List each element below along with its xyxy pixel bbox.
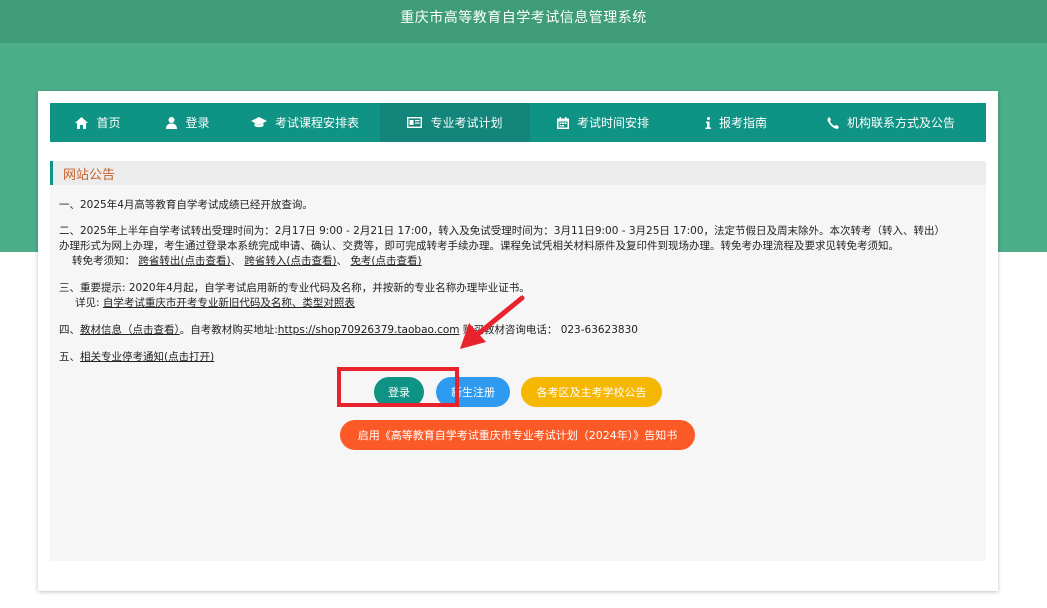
link-transfer-in[interactable]: 跨省转入(点击查看): [244, 255, 336, 267]
item-4-prefix: 四、: [59, 324, 80, 336]
main-card: 首页 登录 考试课程安排表 专业考试计划 考试时间安排 报考指南 机构联系方式及…: [38, 91, 998, 591]
notice-item-5: 五、相关专业停考通知(点击打开): [59, 350, 974, 365]
notice-item-4: 四、教材信息（点击查看）。自考教材购买地址:https://shop709263…: [59, 323, 974, 338]
nav-guide[interactable]: 报考指南: [676, 103, 796, 142]
main-nav: 首页 登录 考试课程安排表 专业考试计划 考试时间安排 报考指南 机构联系方式及…: [50, 103, 986, 142]
nav-contact-label: 机构联系方式及公告: [846, 116, 955, 130]
item-5-prefix: 五、: [59, 351, 80, 363]
notice-item-2-line-2: 办理形式为网上办理，考生通过登录本系统完成申请、确认、交费等，即可完成转考手续办…: [59, 240, 899, 252]
notice-item-2: 二、2025年上半年自学考试转出受理时间为：2月17日 9:00 - 2月21日…: [59, 224, 974, 269]
notice-item-3: 三、重要提示: 2020年4月起，自学考试启用新的专业代码及名称，并按新的专业名…: [59, 281, 974, 311]
announcements-button[interactable]: 各考区及主考学校公告: [521, 377, 662, 407]
separator: 、: [336, 255, 348, 267]
title-bar: 重庆市高等教育自学考试信息管理系统: [0, 0, 1047, 43]
calendar-icon: [556, 116, 569, 129]
nav-home-label: 首页: [96, 116, 121, 130]
id-card-icon: [407, 117, 423, 128]
notice-item-3-line-1: 三、重要提示: 2020年4月起，自学考试启用新的专业代码及名称，并按新的专业名…: [59, 282, 530, 294]
notice-item-3-line-2: 详见: 自学考试重庆市开考专业新旧代码及名称、类型对照表: [59, 296, 974, 311]
nav-home[interactable]: 首页: [50, 103, 146, 142]
nav-course-schedule[interactable]: 考试课程安排表: [230, 103, 380, 142]
link-textbook-shop[interactable]: https://shop70926379.taobao.com: [278, 324, 460, 336]
nav-exam-time-label: 考试时间安排: [576, 116, 649, 130]
home-icon: [75, 116, 89, 129]
nav-guide-label: 报考指南: [718, 116, 767, 130]
link-major-code-table[interactable]: 自学考试重庆市开考专业新旧代码及名称、类型对照表: [103, 297, 355, 309]
site-title: 重庆市高等教育自学考试信息管理系统: [400, 10, 647, 26]
transfer-notice-label: 转免考须知：: [72, 255, 135, 267]
nav-contact[interactable]: 机构联系方式及公告: [796, 103, 986, 142]
textbook-shop-label: 。自考教材购买地址:: [179, 324, 278, 336]
info-icon: [705, 116, 711, 129]
nav-login-label: 登录: [185, 116, 210, 130]
nav-major-plan-label: 专业考试计划: [430, 116, 503, 130]
link-transfer-out[interactable]: 跨省转出(点击查看): [138, 255, 230, 267]
notice-title: 网站公告: [63, 168, 116, 183]
user-icon: [166, 116, 178, 129]
link-textbook-info[interactable]: 教材信息（点击查看）: [80, 324, 180, 336]
plan-notice-button[interactable]: 启用《高等教育自学考试重庆市专业考试计划（2024年）》告知书: [340, 420, 695, 450]
nav-exam-time[interactable]: 考试时间安排: [530, 103, 676, 142]
nav-major-plan[interactable]: 专业考试计划: [380, 103, 530, 142]
notice-item-2-line-1: 二、2025年上半年自学考试转出受理时间为：2月17日 9:00 - 2月21日…: [59, 225, 946, 237]
notice-panel: 网站公告 一、2025年4月高等教育自学考试成绩已经开放查询。 二、2025年上…: [50, 161, 986, 561]
textbook-phone: 购买教材咨询电话： 023-63623830: [459, 324, 638, 336]
annotation-highlight-box: [337, 367, 459, 407]
nav-course-schedule-label: 考试课程安排表: [274, 116, 359, 130]
phone-icon: [827, 116, 839, 129]
graduation-cap-icon: [250, 117, 267, 128]
details-label: 详见:: [75, 297, 103, 309]
separator: 、: [230, 255, 242, 267]
notice-item-1: 一、2025年4月高等教育自学考试成绩已经开放查询。: [59, 199, 313, 211]
nav-login[interactable]: 登录: [146, 103, 230, 142]
link-stopped-majors[interactable]: 相关专业停考通知(点击打开): [80, 351, 214, 363]
notice-item-2-links: 转免考须知： 跨省转出(点击查看)、 跨省转入(点击查看)、 免考(点击查看): [59, 254, 974, 269]
notice-header: 网站公告: [50, 161, 986, 185]
link-exemption[interactable]: 免考(点击查看): [350, 255, 421, 267]
